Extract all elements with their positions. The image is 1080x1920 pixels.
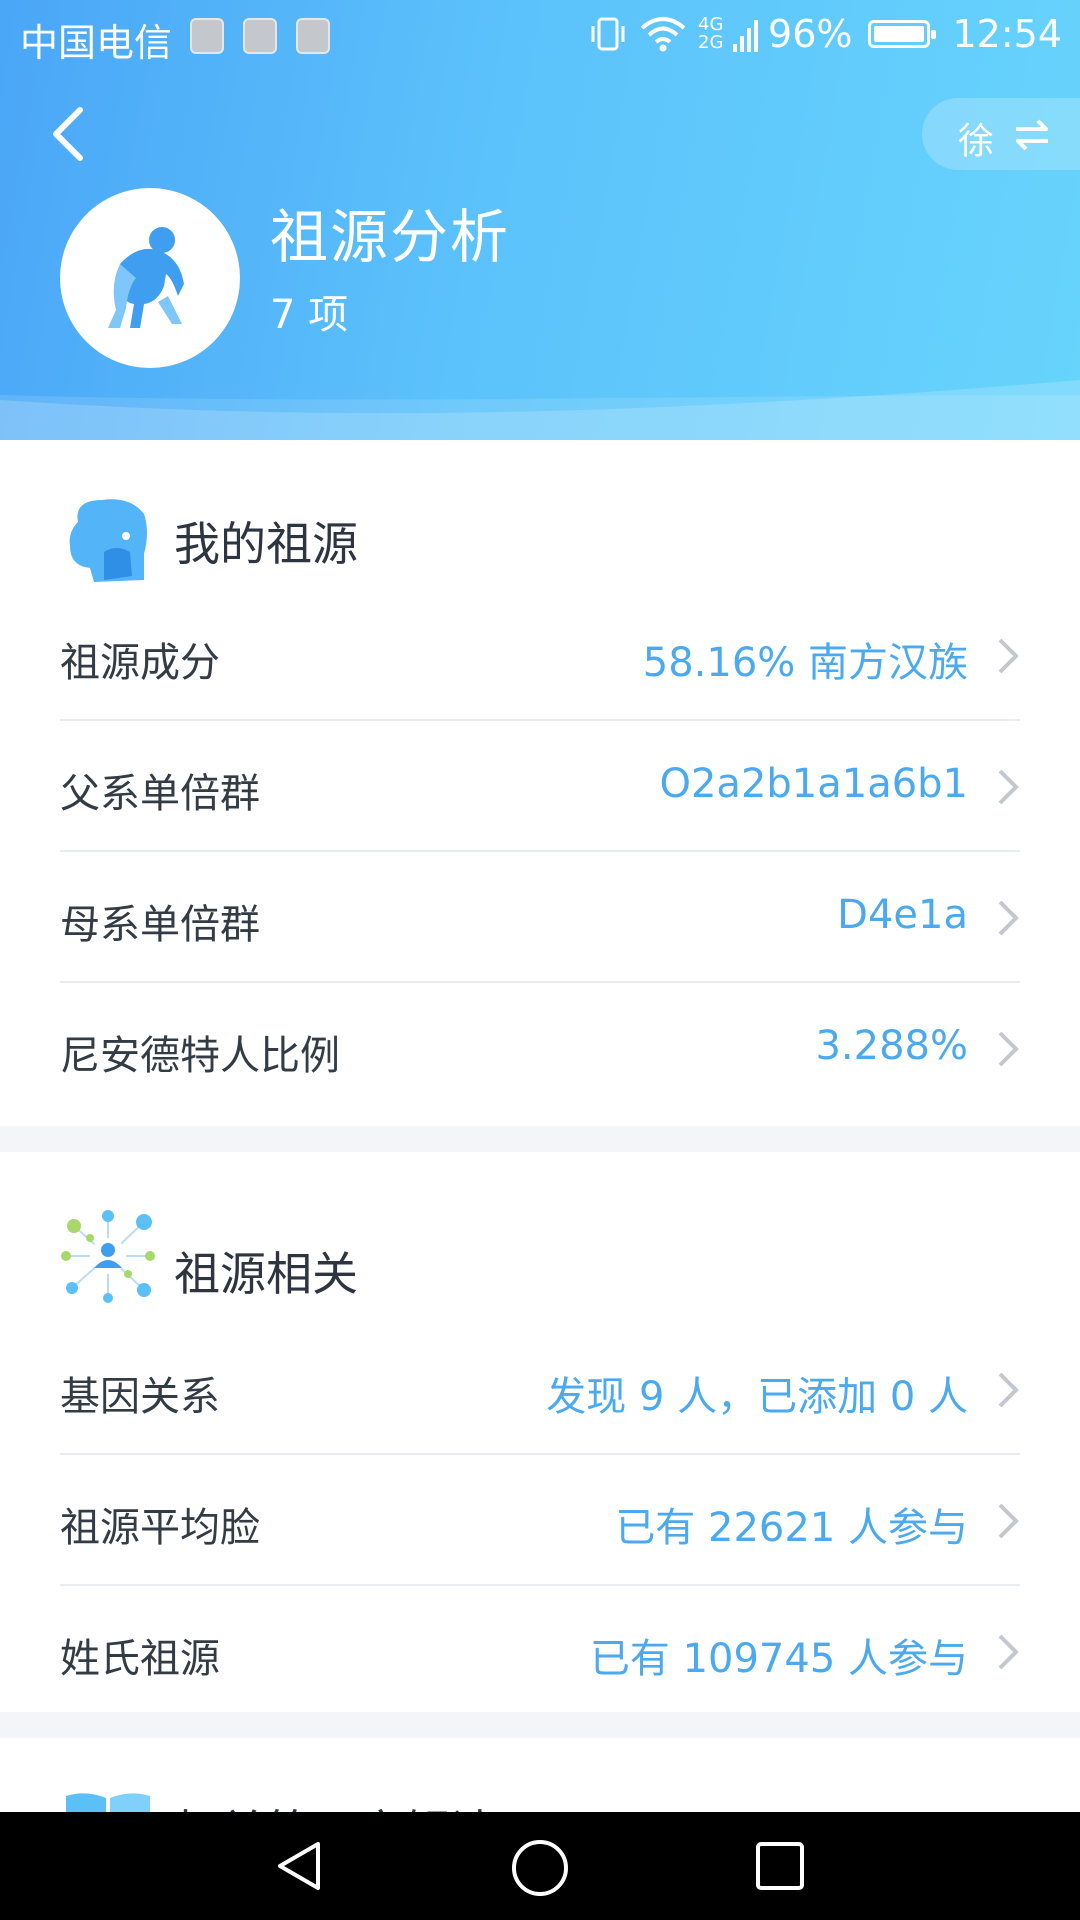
book-icon	[66, 1793, 150, 1812]
recents-square-icon[interactable]	[752, 1838, 808, 1894]
vibrate-icon	[591, 17, 625, 51]
row-maternal-haplogroup[interactable]: 母系单倍群 D4e1a	[60, 852, 1020, 983]
row-value: 58.16% 南方汉族	[642, 640, 968, 686]
row-label: 母系单倍群	[60, 902, 260, 948]
row-value: D4e1a	[837, 892, 968, 938]
ape-icon	[108, 227, 184, 328]
chevron-right-icon	[998, 1031, 1019, 1067]
section-divider	[0, 1126, 1080, 1152]
item-count: 7 项	[270, 292, 349, 338]
chevron-right-icon	[998, 1503, 1019, 1539]
gallery-icon	[243, 18, 277, 54]
chevron-right-icon	[998, 1634, 1019, 1670]
battery-percent: 96%	[768, 12, 853, 56]
wifi-icon	[640, 17, 686, 52]
row-ancestry-composition[interactable]: 祖源成分 58.16% 南方汉族	[60, 590, 1020, 721]
row-label: 父系单倍群	[60, 771, 260, 817]
header-banner: 中国电信 4G 2G 96% 12:54 徐 祖源分析 7 项	[0, 0, 1080, 440]
carrier-label: 中国电信	[20, 21, 173, 65]
section-title: 我的祖源	[174, 517, 358, 571]
back-arrow-icon[interactable]	[44, 104, 94, 164]
row-label: 基因关系	[60, 1374, 220, 1420]
status-right-group: 4G 2G 96% 12:54	[588, 12, 1062, 56]
row-value: 发现 9 人，已添加 0 人	[546, 1374, 968, 1420]
user-initial: 徐	[958, 121, 995, 162]
my-ancestry-section: 我的祖源 祖源成分 58.16% 南方汉族 父系单倍群 O2a2b1a1a6b1…	[0, 440, 1080, 1126]
section-header: 我的祖源	[0, 440, 1080, 590]
row-value: 已有 109745 人参与	[589, 1636, 968, 1682]
row-label: 姓氏祖源	[60, 1636, 220, 1682]
network-people-icon	[61, 1210, 155, 1303]
chevron-right-icon	[998, 1372, 1019, 1408]
third-party-section[interactable]: 相关第三方解读	[0, 1738, 1080, 1812]
row-neanderthal-ratio[interactable]: 尼安德特人比例 3.288%	[60, 983, 1020, 1112]
row-label: 祖源成分	[60, 640, 220, 686]
page-title: 祖源分析	[270, 203, 511, 271]
row-label: 尼安德特人比例	[60, 1033, 340, 1079]
section-title: 祖源相关	[174, 1247, 358, 1301]
ancestry-related-section: 祖源相关 基因关系 发现 9 人，已添加 0 人 祖源平均脸 已有 22621 …	[0, 1152, 1080, 1712]
system-nav-bar	[0, 1812, 1080, 1920]
signal-icon	[733, 20, 759, 52]
status-bar: 中国电信 4G 2G 96% 12:54	[0, 0, 1080, 72]
health-icon	[190, 18, 224, 54]
face-profile-icon	[69, 499, 147, 582]
back-triangle-icon[interactable]	[272, 1838, 328, 1894]
network-type-label: 4G 2G	[698, 14, 724, 53]
photo-icon	[296, 18, 330, 54]
row-surname-ancestry[interactable]: 姓氏祖源 已有 109745 人参与	[60, 1586, 1020, 1715]
swap-arrows-icon	[1016, 119, 1048, 151]
chevron-right-icon	[998, 638, 1019, 674]
chevron-right-icon	[998, 769, 1019, 805]
section-title: 相关第三方解读	[174, 1796, 496, 1812]
clock-time: 12:54	[952, 12, 1062, 56]
row-average-face[interactable]: 祖源平均脸 已有 22621 人参与	[60, 1455, 1020, 1586]
section-divider	[0, 1712, 1080, 1738]
row-paternal-haplogroup[interactable]: 父系单倍群 O2a2b1a1a6b1	[60, 721, 1020, 852]
home-circle-icon[interactable]	[510, 1838, 570, 1898]
row-value: 已有 22621 人参与	[615, 1505, 968, 1551]
ancestry-avatar	[60, 188, 240, 368]
row-gene-relations[interactable]: 基因关系 发现 9 人，已添加 0 人	[60, 1324, 1020, 1455]
row-value: O2a2b1a1a6b1	[659, 761, 969, 807]
row-label: 祖源平均脸	[60, 1505, 260, 1551]
chevron-right-icon	[998, 900, 1019, 936]
row-value: 3.288%	[815, 1023, 968, 1069]
battery-icon	[868, 20, 937, 48]
section-header: 祖源相关	[0, 1152, 1080, 1324]
user-switch-button[interactable]: 徐	[922, 98, 1080, 170]
